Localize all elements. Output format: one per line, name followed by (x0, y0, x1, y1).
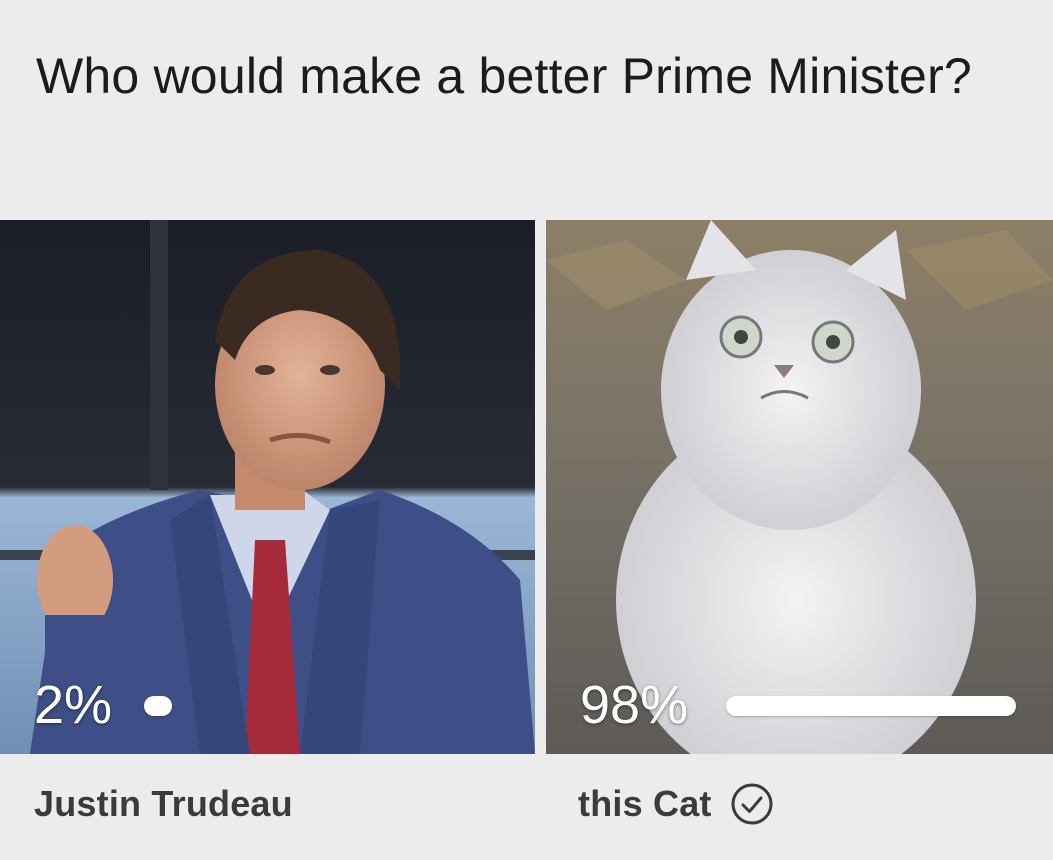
option-1-result: 2% (0, 670, 535, 740)
option-1-label-row: Justin Trudeau (34, 774, 293, 834)
option-2-bar-fill (726, 696, 1017, 716)
option-2-name: this Cat (578, 783, 712, 824)
option-1-bar-track (144, 696, 464, 716)
option-2-percent: 98% (580, 675, 689, 735)
option-1-bar-fill (144, 696, 172, 716)
option-2-bar-track (726, 696, 1022, 716)
option-2-label-row: this Cat (578, 774, 774, 834)
option-2-result: 98% (546, 670, 1053, 740)
poll-option-2[interactable]: 98% this Cat (546, 220, 1053, 860)
poll-option-1[interactable]: 2% Justin Trudeau (0, 220, 535, 860)
check-circle-icon (731, 783, 773, 825)
poll-question: Who would make a better Prime Minister? (36, 48, 972, 104)
option-1-name: Justin Trudeau (34, 783, 293, 824)
option-1-percent: 2% (34, 675, 113, 735)
